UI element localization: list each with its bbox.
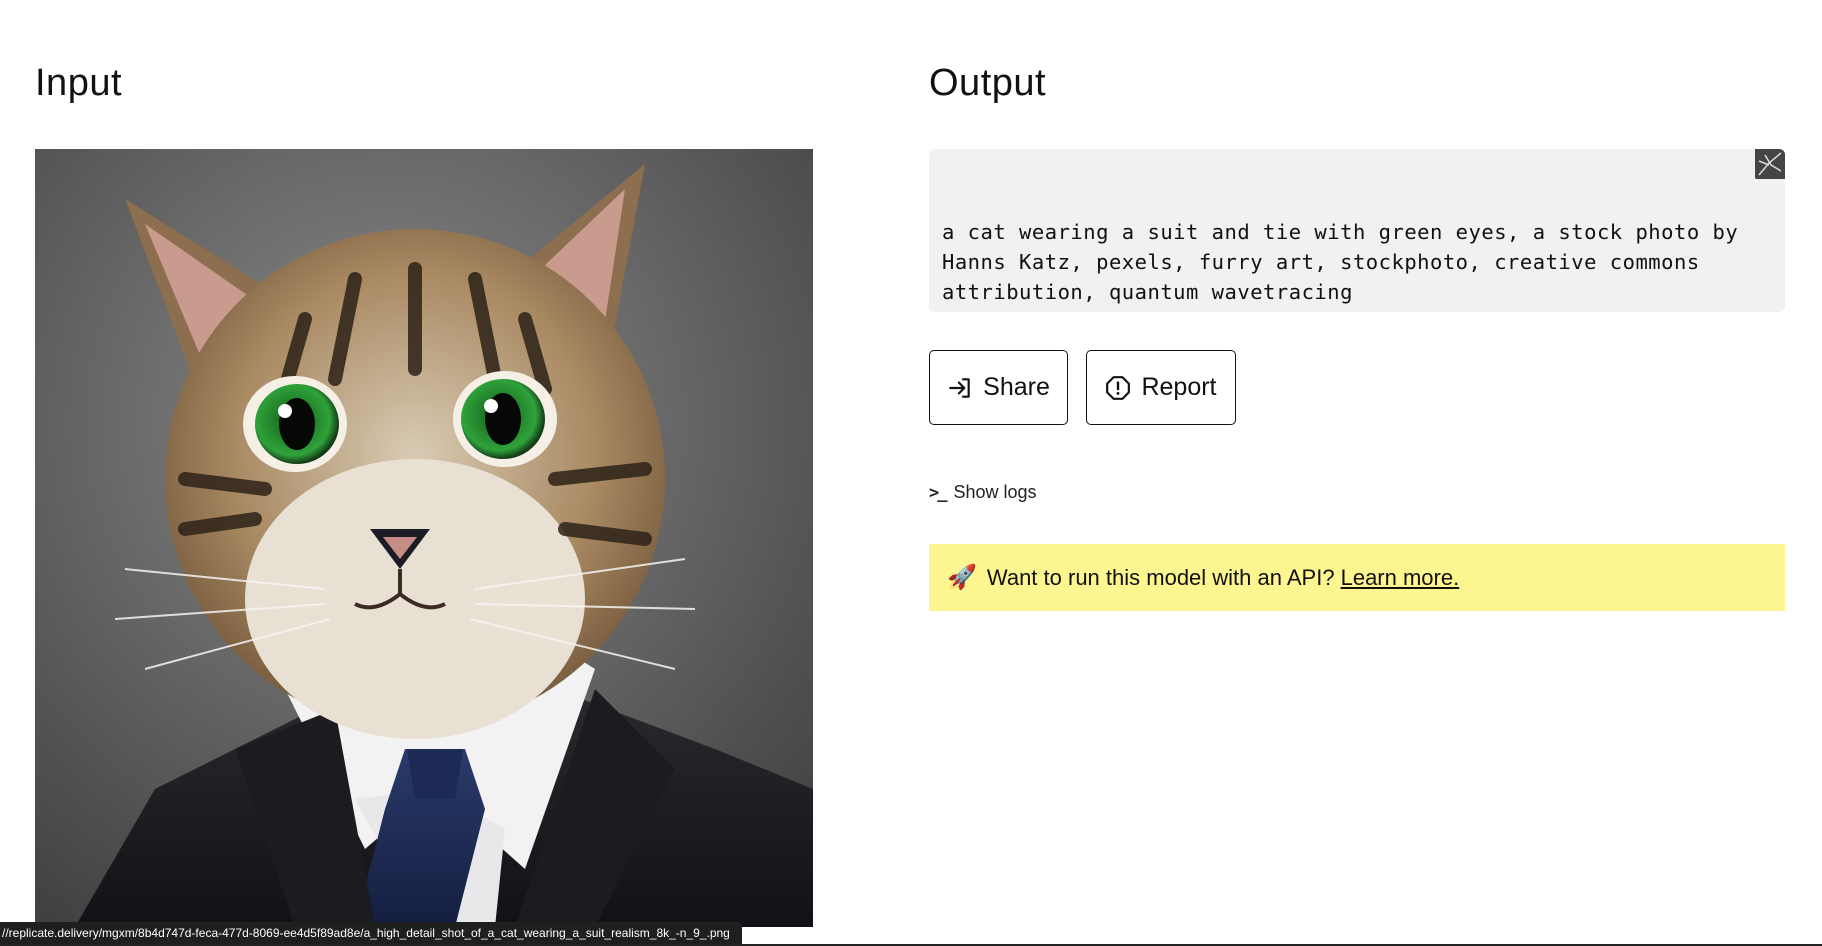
report-button[interactable]: Report	[1086, 350, 1236, 425]
output-text-box: a cat wearing a suit and tie with green …	[929, 149, 1785, 312]
terminal-prompt-icon: >_	[929, 482, 948, 503]
share-button[interactable]: Share	[929, 350, 1068, 425]
report-alert-icon	[1106, 375, 1131, 400]
api-banner-text: Want to run this model with an API?	[986, 564, 1335, 590]
output-thumbnail[interactable]	[1755, 149, 1785, 179]
learn-more-link[interactable]: Learn more.	[1341, 565, 1460, 591]
cat-in-suit-illustration	[35, 149, 813, 927]
report-button-label: Report	[1141, 373, 1217, 401]
thumbnail-image-icon	[1755, 149, 1785, 179]
rocket-icon: 🚀	[947, 564, 977, 591]
show-logs-toggle[interactable]: >_ Show logs	[929, 482, 1037, 503]
output-title: Output	[929, 62, 1047, 104]
show-logs-label: Show logs	[953, 482, 1037, 502]
status-bar-url: //replicate.delivery/mgxm/8b4d747d-feca-…	[0, 922, 742, 944]
share-button-label: Share	[983, 373, 1050, 401]
input-image[interactable]	[35, 149, 813, 927]
output-caption: a cat wearing a suit and tie with green …	[942, 220, 1739, 304]
api-banner: 🚀 Want to run this model with an API? Le…	[929, 544, 1785, 611]
page: Input Output a cat wearing a suit and ti…	[0, 0, 1822, 946]
input-title: Input	[35, 62, 123, 104]
share-arrow-icon	[949, 377, 970, 398]
